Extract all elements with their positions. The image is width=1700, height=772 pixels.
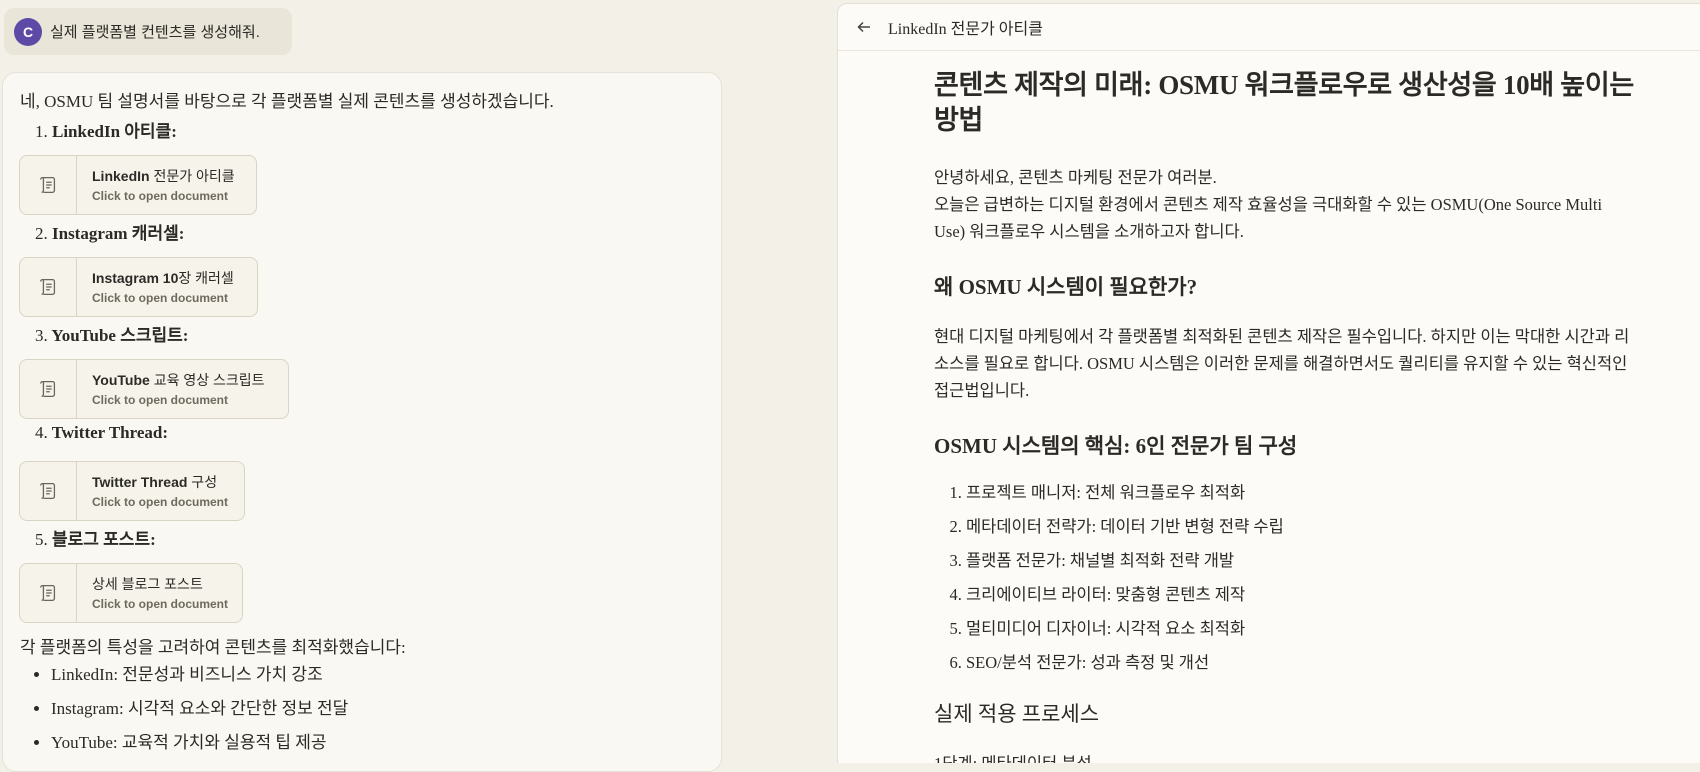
document-card-title: LinkedIn 전문가 아티클 (92, 168, 235, 184)
section-heading: 2. Instagram 캐러셀: (35, 224, 185, 243)
document-card-title: 상세 블로그 포스트 (92, 576, 203, 592)
list-item: 크리에이티브 라이터: 맞춤형 콘텐츠 제작 (966, 578, 1634, 612)
document-paragraph-why: 현대 디지털 마케팅에서 각 플랫폼별 최적화된 콘텐츠 제작은 필수입니다. … (934, 327, 1630, 400)
document-card-subtitle: Click to open document (92, 393, 229, 407)
document-panel-title: LinkedIn 전문가 아티클 (888, 21, 1043, 38)
document-card-youtube[interactable]: YouTube 교육 영상 스크립트 Click to open documen… (19, 359, 289, 419)
section-heading: 3. YouTube 스크립트: (35, 326, 189, 345)
avatar: C (14, 17, 42, 46)
document-card-subtitle: Click to open document (92, 495, 229, 509)
document-card-linkedin[interactable]: LinkedIn 전문가 아티클 Click to open document (19, 155, 257, 215)
document-card-title: Instagram 10장 캐러셀 (92, 270, 234, 286)
list-item: YouTube: 교육적 가치와 실용적 팁 제공 (51, 731, 348, 754)
document-heading-why: 왜 OSMU 시스템이 필요한가? (934, 275, 1198, 299)
document-icon (20, 156, 77, 214)
document-card-subtitle: Click to open document (92, 597, 229, 611)
assistant-message: 네, OSMU 팀 설명서를 바탕으로 각 플랫폼별 실제 콘텐츠를 생성하겠습… (2, 72, 722, 772)
document-icon (20, 360, 77, 418)
document-greeting: 안녕하세요, 콘텐츠 마케팅 전문가 여러분. (934, 168, 1217, 187)
document-card-blog[interactable]: 상세 블로그 포스트 Click to open document (19, 563, 243, 623)
document-icon (20, 564, 77, 622)
list-item: SEO/분석 전문가: 성과 측정 및 개선 (966, 646, 1634, 680)
list-item: 플랫폼 전문가: 채널별 최적화 전략 개발 (966, 544, 1634, 578)
list-item: 멀티미디어 디자이너: 시각적 요소 최적화 (966, 612, 1634, 646)
document-icon (20, 462, 77, 520)
list-item: 프로젝트 매니저: 전체 워크플로우 최적화 (966, 476, 1634, 510)
document-icon (20, 258, 77, 316)
assistant-summary: 각 플랫폼의 특성을 고려하여 콘텐츠를 최적화했습니다: (20, 638, 406, 657)
list-item: 메타데이터 전략가: 데이터 기반 변형 전략 수립 (966, 510, 1634, 544)
back-arrow-icon[interactable] (856, 17, 876, 37)
user-message: C 실제 플랫폼별 컨텐츠를 생성해줘. (4, 8, 292, 55)
list-item: Instagram: 시각적 요소와 간단한 정보 전달 (51, 697, 348, 720)
document-title: 콘텐츠 제작의 미래: OSMU 워크플로우로 생산성을 10배 높이는 방법 (934, 70, 1634, 135)
team-list: 프로젝트 매니저: 전체 워크플로우 최적화 메타데이터 전략가: 데이터 기반… (934, 476, 1634, 680)
document-panel-header: LinkedIn 전문가 아티클 (838, 4, 1700, 51)
document-card-title: Twitter Thread 구성 (92, 474, 218, 490)
document-card-subtitle: Click to open document (92, 189, 229, 203)
list-item: LinkedIn: 전문성과 비즈니스 가치 강조 (51, 663, 348, 686)
document-card-twitter[interactable]: Twitter Thread 구성 Click to open document (19, 461, 245, 521)
document-body: 콘텐츠 제작의 미래: OSMU 워크플로우로 생산성을 10배 높이는 방법 … (934, 68, 1634, 763)
document-card-subtitle: Click to open document (92, 291, 229, 305)
document-heading-process: 실제 적용 프로세스 (934, 702, 1100, 726)
section-heading: 1. LinkedIn 아티클: (35, 122, 177, 141)
platform-bullets: LinkedIn: 전문성과 비즈니스 가치 강조 Instagram: 시각적… (31, 663, 348, 765)
document-card-instagram[interactable]: Instagram 10장 캐러셀 Click to open document (19, 257, 258, 317)
section-heading: 4. Twitter Thread: (35, 423, 169, 442)
user-message-text: 실제 플랫폼별 컨텐츠를 생성해줘. (50, 24, 260, 41)
document-card-title: YouTube 교육 영상 스크립트 (92, 372, 265, 388)
assistant-intro: 네, OSMU 팀 설명서를 바탕으로 각 플랫폼별 실제 콘텐츠를 생성하겠습… (20, 92, 554, 111)
document-heading-core: OSMU 시스템의 핵심: 6인 전문가 팀 구성 (934, 434, 1298, 458)
chat-column: C 실제 플랫폼별 컨텐츠를 생성해줘. 네, OSMU 팀 설명서를 바탕으로… (0, 0, 838, 772)
document-intro: 오늘은 급변하는 디지털 환경에서 콘텐츠 제작 효율성을 극대화할 수 있는 … (934, 195, 1603, 241)
section-heading: 5. 블로그 포스트: (35, 530, 156, 549)
document-panel: LinkedIn 전문가 아티클 콘텐츠 제작의 미래: OSMU 워크플로우로… (837, 3, 1700, 763)
document-partial-line: 1단계: 메타데이터 분석 (934, 750, 1634, 763)
